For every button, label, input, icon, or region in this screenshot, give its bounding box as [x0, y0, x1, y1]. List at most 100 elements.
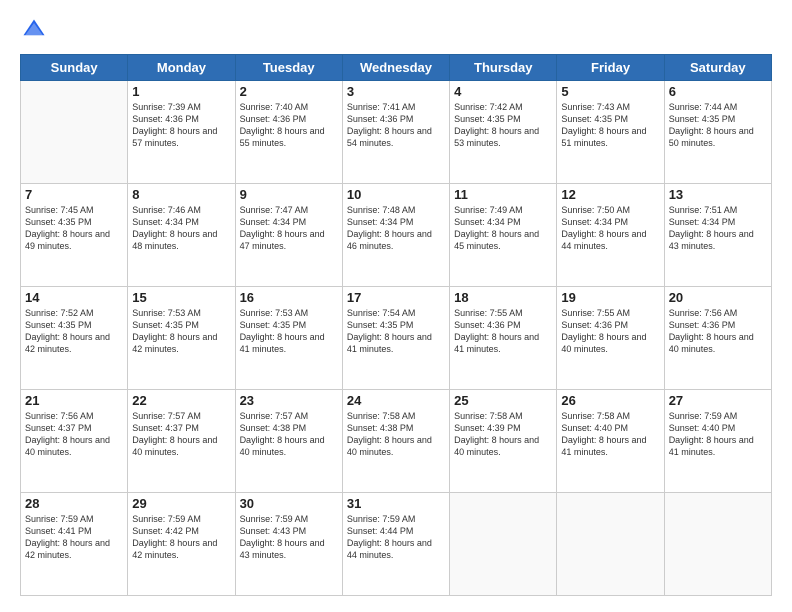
calendar-cell: 19Sunrise: 7:55 AMSunset: 4:36 PMDayligh…	[557, 287, 664, 390]
calendar-cell: 25 Sunrise: 7:58 AMSunset: 4:39 PMDayligh…	[450, 390, 557, 493]
day-header-monday: Monday	[128, 55, 235, 81]
cell-info: Sunrise: 7:59 AMSunset: 4:42 PMDaylight:…	[132, 513, 230, 562]
day-header-friday: Friday	[557, 55, 664, 81]
day-number: 24	[347, 393, 445, 408]
day-header-wednesday: Wednesday	[342, 55, 449, 81]
cell-info: Sunrise: 7:41 AMSunset: 4:36 PMDaylight:…	[347, 101, 445, 150]
day-number: 18	[454, 290, 552, 305]
calendar-cell: 26 Sunrise: 7:58 AMSunset: 4:40 PMDayligh…	[557, 390, 664, 493]
day-header-saturday: Saturday	[664, 55, 771, 81]
calendar-cell: 30 Sunrise: 7:59 AMSunset: 4:43 PMDayligh…	[235, 493, 342, 596]
day-number: 26	[561, 393, 659, 408]
calendar-cell: 20Sunrise: 7:56 AMSunset: 4:36 PMDayligh…	[664, 287, 771, 390]
calendar-cell: 18 Sunrise: 7:55 AMSunset: 4:36 PMDayligh…	[450, 287, 557, 390]
cell-info: Sunrise: 7:59 AMSunset: 4:43 PMDaylight:…	[240, 513, 338, 562]
calendar-cell: 28 Sunrise: 7:59 AMSunset: 4:41 PMDayligh…	[21, 493, 128, 596]
calendar-cell: 29 Sunrise: 7:59 AMSunset: 4:42 PMDayligh…	[128, 493, 235, 596]
day-header-tuesday: Tuesday	[235, 55, 342, 81]
calendar-cell: 11 Sunrise: 7:49 AMSunset: 4:34 PMDayligh…	[450, 184, 557, 287]
day-number: 3	[347, 84, 445, 99]
calendar-cell: 17Sunrise: 7:54 AMSunset: 4:35 PMDayligh…	[342, 287, 449, 390]
logo-icon	[20, 16, 48, 44]
day-number: 4	[454, 84, 552, 99]
day-number: 29	[132, 496, 230, 511]
calendar-cell: 5 Sunrise: 7:43 AMSunset: 4:35 PMDaylight…	[557, 81, 664, 184]
week-row-1: 7Sunrise: 7:45 AMSunset: 4:35 PMDaylight…	[21, 184, 772, 287]
calendar-cell: 9 Sunrise: 7:47 AMSunset: 4:34 PMDaylight…	[235, 184, 342, 287]
cell-info: Sunrise: 7:59 AMSunset: 4:40 PMDaylight:…	[669, 410, 767, 459]
day-number: 9	[240, 187, 338, 202]
calendar-cell: 13 Sunrise: 7:51 AMSunset: 4:34 PMDayligh…	[664, 184, 771, 287]
calendar-cell: 21 Sunrise: 7:56 AMSunset: 4:37 PMDayligh…	[21, 390, 128, 493]
calendar-table: SundayMondayTuesdayWednesdayThursdayFrid…	[20, 54, 772, 596]
cell-info: Sunrise: 7:43 AMSunset: 4:35 PMDaylight:…	[561, 101, 659, 150]
day-number: 12	[561, 187, 659, 202]
day-number: 30	[240, 496, 338, 511]
day-number: 20	[669, 290, 767, 305]
calendar-header-row: SundayMondayTuesdayWednesdayThursdayFrid…	[21, 55, 772, 81]
calendar-cell: 3 Sunrise: 7:41 AMSunset: 4:36 PMDaylight…	[342, 81, 449, 184]
day-number: 31	[347, 496, 445, 511]
day-number: 11	[454, 187, 552, 202]
day-number: 22	[132, 393, 230, 408]
calendar-cell	[450, 493, 557, 596]
cell-info: Sunrise: 7:44 AMSunset: 4:35 PMDaylight:…	[669, 101, 767, 150]
day-number: 25	[454, 393, 552, 408]
cell-info: Sunrise: 7:49 AMSunset: 4:34 PMDaylight:…	[454, 204, 552, 253]
day-number: 15	[132, 290, 230, 305]
calendar-cell: 2Sunrise: 7:40 AMSunset: 4:36 PMDaylight…	[235, 81, 342, 184]
calendar-cell: 6Sunrise: 7:44 AMSunset: 4:35 PMDaylight…	[664, 81, 771, 184]
day-number: 7	[25, 187, 123, 202]
calendar-cell: 15 Sunrise: 7:53 AMSunset: 4:35 PMDayligh…	[128, 287, 235, 390]
day-number: 27	[669, 393, 767, 408]
cell-info: Sunrise: 7:58 AMSunset: 4:40 PMDaylight:…	[561, 410, 659, 459]
cell-info: Sunrise: 7:39 AMSunset: 4:36 PMDaylight:…	[132, 101, 230, 150]
calendar-cell: 14Sunrise: 7:52 AMSunset: 4:35 PMDayligh…	[21, 287, 128, 390]
day-number: 8	[132, 187, 230, 202]
cell-info: Sunrise: 7:57 AMSunset: 4:38 PMDaylight:…	[240, 410, 338, 459]
calendar-cell: 16Sunrise: 7:53 AMSunset: 4:35 PMDayligh…	[235, 287, 342, 390]
cell-info: Sunrise: 7:55 AMSunset: 4:36 PMDaylight:…	[561, 307, 659, 356]
cell-info: Sunrise: 7:51 AMSunset: 4:34 PMDaylight:…	[669, 204, 767, 253]
cell-info: Sunrise: 7:59 AMSunset: 4:44 PMDaylight:…	[347, 513, 445, 562]
cell-info: Sunrise: 7:48 AMSunset: 4:34 PMDaylight:…	[347, 204, 445, 253]
day-number: 21	[25, 393, 123, 408]
day-number: 5	[561, 84, 659, 99]
calendar-cell	[557, 493, 664, 596]
day-header-thursday: Thursday	[450, 55, 557, 81]
calendar-cell: 27 Sunrise: 7:59 AMSunset: 4:40 PMDayligh…	[664, 390, 771, 493]
calendar-cell: 24 Sunrise: 7:58 AMSunset: 4:38 PMDayligh…	[342, 390, 449, 493]
cell-info: Sunrise: 7:58 AMSunset: 4:39 PMDaylight:…	[454, 410, 552, 459]
cell-info: Sunrise: 7:53 AMSunset: 4:35 PMDaylight:…	[132, 307, 230, 356]
cell-info: Sunrise: 7:59 AMSunset: 4:41 PMDaylight:…	[25, 513, 123, 562]
cell-info: Sunrise: 7:47 AMSunset: 4:34 PMDaylight:…	[240, 204, 338, 253]
cell-info: Sunrise: 7:52 AMSunset: 4:35 PMDaylight:…	[25, 307, 123, 356]
day-number: 28	[25, 496, 123, 511]
calendar-cell: 10 Sunrise: 7:48 AMSunset: 4:34 PMDayligh…	[342, 184, 449, 287]
calendar-cell: 31 Sunrise: 7:59 AMSunset: 4:44 PMDayligh…	[342, 493, 449, 596]
calendar-cell: 7Sunrise: 7:45 AMSunset: 4:35 PMDaylight…	[21, 184, 128, 287]
logo	[20, 16, 52, 44]
cell-info: Sunrise: 7:42 AMSunset: 4:35 PMDaylight:…	[454, 101, 552, 150]
cell-info: Sunrise: 7:58 AMSunset: 4:38 PMDaylight:…	[347, 410, 445, 459]
cell-info: Sunrise: 7:57 AMSunset: 4:37 PMDaylight:…	[132, 410, 230, 459]
calendar-cell: 22 Sunrise: 7:57 AMSunset: 4:37 PMDayligh…	[128, 390, 235, 493]
day-number: 2	[240, 84, 338, 99]
cell-info: Sunrise: 7:50 AMSunset: 4:34 PMDaylight:…	[561, 204, 659, 253]
calendar-cell: 1Sunrise: 7:39 AMSunset: 4:36 PMDaylight…	[128, 81, 235, 184]
calendar-cell	[664, 493, 771, 596]
cell-info: Sunrise: 7:54 AMSunset: 4:35 PMDaylight:…	[347, 307, 445, 356]
week-row-4: 28 Sunrise: 7:59 AMSunset: 4:41 PMDayligh…	[21, 493, 772, 596]
calendar-cell: 8 Sunrise: 7:46 AMSunset: 4:34 PMDaylight…	[128, 184, 235, 287]
calendar-cell	[21, 81, 128, 184]
cell-info: Sunrise: 7:56 AMSunset: 4:37 PMDaylight:…	[25, 410, 123, 459]
week-row-0: 1Sunrise: 7:39 AMSunset: 4:36 PMDaylight…	[21, 81, 772, 184]
day-number: 10	[347, 187, 445, 202]
calendar-cell: 12 Sunrise: 7:50 AMSunset: 4:34 PMDayligh…	[557, 184, 664, 287]
cell-info: Sunrise: 7:53 AMSunset: 4:35 PMDaylight:…	[240, 307, 338, 356]
header	[20, 16, 772, 44]
cell-info: Sunrise: 7:46 AMSunset: 4:34 PMDaylight:…	[132, 204, 230, 253]
day-number: 13	[669, 187, 767, 202]
cell-info: Sunrise: 7:55 AMSunset: 4:36 PMDaylight:…	[454, 307, 552, 356]
week-row-3: 21 Sunrise: 7:56 AMSunset: 4:37 PMDayligh…	[21, 390, 772, 493]
